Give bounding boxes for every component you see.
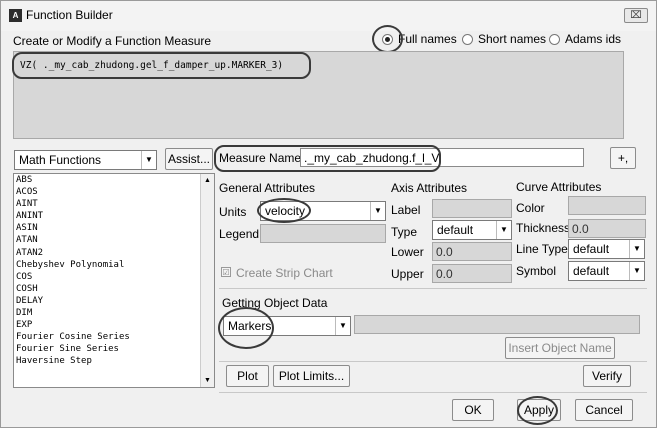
chevron-down-icon: ▼ [335,317,350,335]
short-names-radio[interactable] [462,34,473,45]
strip-chart-label: Create Strip Chart [236,266,333,280]
general-attributes-heading: General Attributes [219,181,316,195]
axis-upper-label: Upper [391,267,424,281]
curve-linetype-label: Line Type [516,242,568,256]
curve-color-label: Color [516,201,545,215]
legend-input[interactable] [260,224,386,243]
function-builder-window: A Function Builder ⌧ Create or Modify a … [0,0,657,428]
cancel-button[interactable]: Cancel [575,399,633,421]
title-bar: A Function Builder ⌧ [1,1,656,31]
measure-more-button[interactable]: +, [610,147,636,169]
adams-ids-label: Adams ids [565,32,622,46]
verify-button[interactable]: Verify [583,365,631,387]
app-icon: A [9,9,22,22]
close-icon[interactable]: ⌧ [624,8,648,23]
legend-label: Legend [219,227,260,241]
function-list-item[interactable]: Fourier Cosine Series [14,331,200,343]
function-list-item[interactable]: Chebyshev Polynomial [14,259,200,271]
function-list-item[interactable]: ATAN2 [14,247,200,259]
annotation-circle-units [257,198,311,223]
chevron-down-icon: ▼ [496,221,511,239]
annotation-circle [372,25,403,53]
curve-attributes-heading: Curve Attributes [516,180,602,194]
full-names-label: Full names [398,32,457,46]
curve-symbol-value: default [573,264,610,278]
assist-button[interactable]: Assist... [165,148,213,170]
adams-ids-radio[interactable] [549,34,560,45]
function-category-value: Math Functions [19,153,102,167]
annotation-circle-apply [517,396,558,425]
function-category-select[interactable]: Math Functions ▼ [14,150,157,170]
curve-symbol-label: Symbol [516,264,557,278]
function-list-item[interactable]: COSH [14,283,200,295]
chevron-down-icon: ▼ [629,240,644,258]
function-list-item[interactable]: DELAY [14,295,200,307]
curve-symbol-select[interactable]: default ▼ [568,261,645,281]
curve-thickness-input[interactable]: 0.0 [568,219,646,238]
units-label: Units [219,205,247,219]
axis-type-select[interactable]: default ▼ [432,220,512,240]
strip-chart-checkbox[interactable]: ☑ [221,267,231,277]
function-list-item[interactable]: AINT [14,198,200,210]
chevron-down-icon: ▼ [141,151,156,169]
axis-lower-input[interactable]: 0.0 [432,242,512,261]
function-list-item[interactable]: ACOS [14,186,200,198]
axis-label-label: Label [391,203,421,217]
annotation-circle-markers [218,307,274,349]
insert-object-name-button[interactable]: Insert Object Name [505,337,615,359]
plot-button[interactable]: Plot [226,365,269,387]
curve-linetype-value: default [573,242,610,256]
axis-label-input[interactable] [432,199,512,218]
annotation-outline [12,52,311,79]
curve-color-input[interactable] [568,196,646,215]
function-list-item[interactable]: DIM [14,307,200,319]
scroll-down-icon[interactable]: ▼ [201,374,214,387]
axis-type-value: default [437,223,474,237]
function-list-item[interactable]: ABS [14,174,200,186]
short-names-label: Short names [478,32,547,46]
function-list-item[interactable]: ANINT [14,210,200,222]
function-list-item[interactable]: EXP [14,319,200,331]
axis-attributes-heading: Axis Attributes [391,181,468,195]
curve-linetype-select[interactable]: default ▼ [568,239,645,259]
divider [219,361,647,362]
function-list-item[interactable]: Fourier Sine Series [14,343,200,355]
axis-upper-input[interactable]: 0.0 [432,264,512,283]
divider [219,288,647,289]
function-list-item[interactable]: COS [14,271,200,283]
ok-button[interactable]: OK [452,399,494,421]
curve-thickness-label: Thickness [516,221,571,235]
annotation-outline-measure [214,145,441,172]
header-label: Create or Modify a Function Measure [13,34,212,48]
object-name-input[interactable] [354,315,640,334]
chevron-down-icon: ▼ [629,262,644,280]
scroll-up-icon[interactable]: ▲ [201,174,214,187]
axis-type-label: Type [391,225,418,239]
function-list-item[interactable]: ASIN [14,222,200,234]
function-list-item[interactable]: ATAN [14,234,200,246]
function-list-scrollbar[interactable]: ▲ ▼ [200,174,214,387]
function-list-item[interactable]: Haversine Step [14,355,200,367]
window-title: Function Builder [26,8,113,22]
divider [219,392,647,393]
axis-lower-label: Lower [391,245,424,259]
plot-limits-button[interactable]: Plot Limits... [273,365,350,387]
chevron-down-icon: ▼ [370,202,385,220]
function-list: ABS ACOS AINT ANINT ASIN ATAN ATAN2 Chebyshev P… [13,173,215,388]
